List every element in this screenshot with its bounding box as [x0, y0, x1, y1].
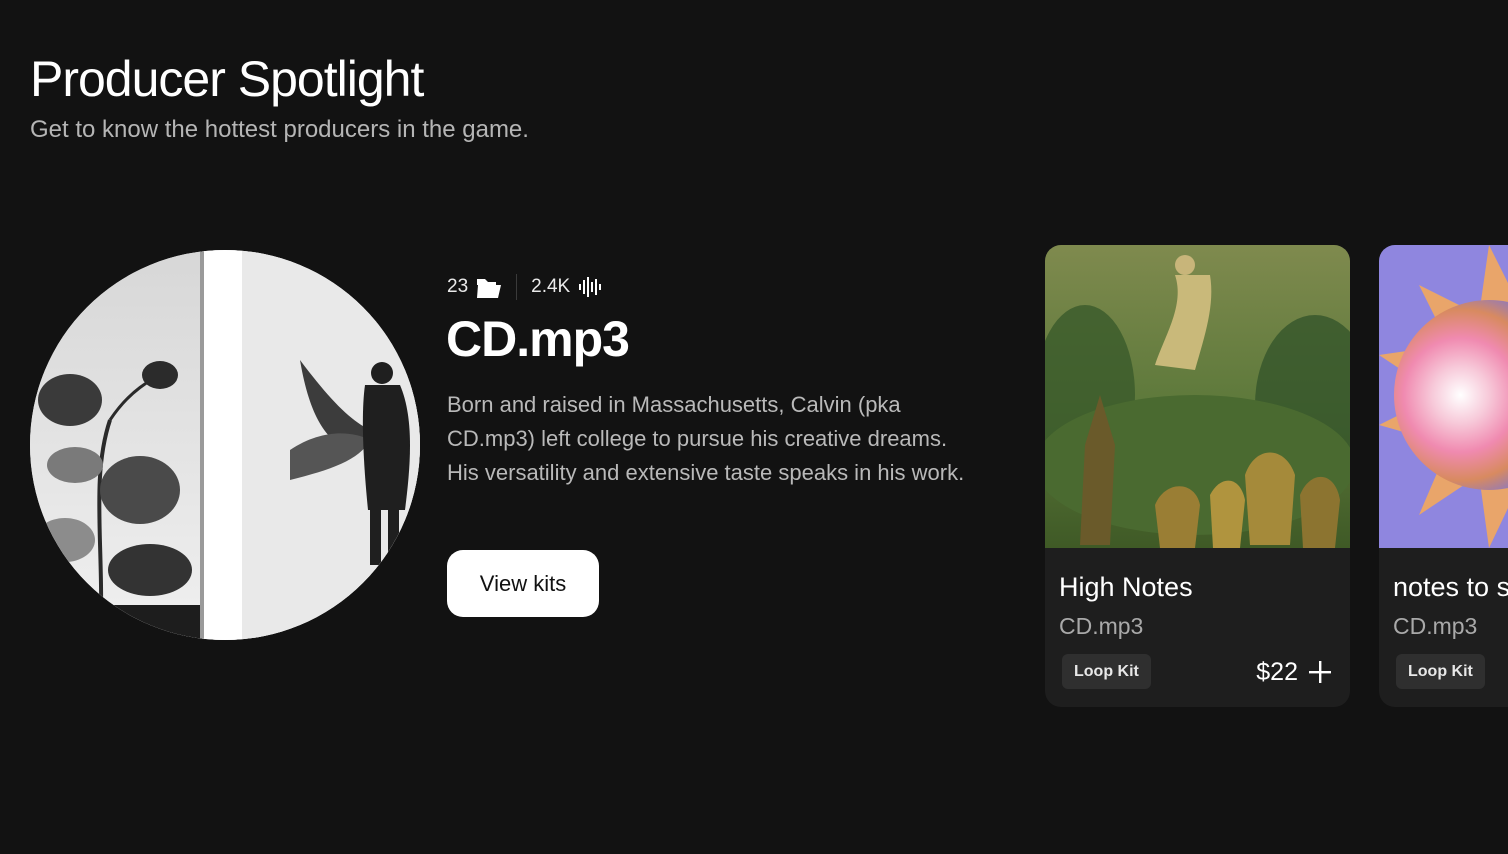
plays-count: 2.4K [531, 276, 571, 297]
kits-count: 23 [447, 276, 469, 297]
kit-price: $22 [1256, 657, 1298, 686]
folder-icon [477, 279, 502, 298]
kit-title[interactable]: High Notes [1059, 572, 1193, 603]
kit-type-badge: Loop Kit [1062, 654, 1151, 689]
kit-card[interactable]: High Notes CD.mp3 Loop Kit $22 [1045, 245, 1350, 707]
kit-cover-art [1045, 245, 1350, 548]
producer-avatar[interactable] [30, 250, 420, 640]
stats-divider [516, 274, 518, 300]
section-subtitle: Get to know the hottest producers in the… [30, 116, 529, 143]
kit-cover-art [1379, 245, 1508, 548]
section-title: Producer Spotlight [30, 51, 424, 107]
producer-stats: 23 2.4K [447, 272, 604, 302]
plays-count-stat: 2.4K [531, 276, 604, 298]
kit-card[interactable]: notes to s CD.mp3 Loop Kit [1379, 245, 1508, 707]
producer-bio: Born and raised in Massachusetts, Calvin… [447, 392, 965, 485]
producer-name[interactable]: CD.mp3 [446, 310, 630, 368]
kit-author[interactable]: CD.mp3 [1059, 613, 1143, 640]
plus-icon[interactable] [1308, 660, 1332, 684]
kit-author[interactable]: CD.mp3 [1393, 613, 1477, 640]
kit-price-row: $22 [1256, 655, 1332, 689]
producer-spotlight-section: Producer Spotlight Get to know the hotte… [0, 0, 1508, 854]
kits-count-stat: 23 [447, 275, 502, 299]
kit-type-badge: Loop Kit [1396, 654, 1485, 689]
waveform-icon [579, 277, 602, 297]
view-kits-button[interactable]: View kits [447, 550, 599, 617]
kit-title[interactable]: notes to s [1393, 572, 1508, 603]
producer-photo [30, 250, 420, 640]
